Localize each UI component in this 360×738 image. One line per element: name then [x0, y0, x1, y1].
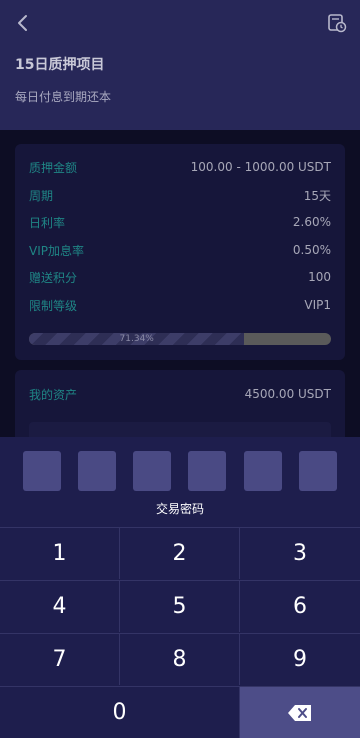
key-8[interactable]: 8 — [120, 633, 240, 685]
password-keypad-sheet: 交易密码 1 2 3 4 5 6 7 8 9 0 — [0, 437, 360, 738]
detail-label: 质押金额 — [29, 160, 78, 175]
detail-row-period: 周期 15天 — [29, 185, 331, 205]
detail-row-daily-rate: 日利率 2.60% — [29, 212, 331, 232]
detail-label: 周期 — [29, 188, 54, 203]
progress-text: 71.34% — [119, 334, 154, 344]
pin-box — [133, 451, 171, 491]
detail-value: 100.00 - 1000.00 USDT — [190, 160, 331, 174]
chevron-left-icon — [18, 15, 27, 31]
page-header: 15日质押项目 每日付息到期还本 — [0, 0, 360, 130]
detail-row-amount: 质押金额 100.00 - 1000.00 USDT — [29, 157, 331, 177]
pin-box — [23, 451, 61, 491]
detail-value: 100 — [308, 270, 331, 284]
detail-card: 质押金额 100.00 - 1000.00 USDT 周期 15天 日利率 2.… — [15, 144, 345, 360]
detail-label: 限制等级 — [29, 298, 78, 313]
detail-value: VIP1 — [304, 298, 331, 312]
backspace-icon — [288, 704, 311, 721]
key-6[interactable]: 6 — [240, 580, 360, 632]
detail-row-points: 赠送积分 100 — [29, 267, 331, 287]
detail-label: VIP加息率 — [29, 243, 84, 258]
detail-value: 0.50% — [292, 243, 331, 257]
key-1[interactable]: 1 — [0, 527, 120, 579]
key-0[interactable]: 0 — [0, 686, 240, 738]
assets-label: 我的资产 — [29, 387, 78, 402]
page-subtitle: 每日付息到期还本 — [15, 90, 112, 104]
key-2[interactable]: 2 — [120, 527, 240, 579]
page-title: 15日质押项目 — [15, 57, 105, 73]
detail-value: 2.60% — [292, 215, 331, 229]
key-9[interactable]: 9 — [240, 633, 360, 685]
pin-input[interactable] — [23, 451, 337, 491]
back-button[interactable] — [12, 12, 34, 34]
assets-value: 4500.00 USDT — [244, 387, 331, 401]
key-7[interactable]: 7 — [0, 633, 120, 685]
key-5[interactable]: 5 — [120, 580, 240, 632]
pin-box — [244, 451, 282, 491]
pin-box — [188, 451, 226, 491]
detail-row-vip-rate: VIP加息率 0.50% — [29, 240, 331, 260]
pin-label: 交易密码 — [155, 502, 204, 516]
history-icon — [328, 14, 347, 33]
pin-box — [299, 451, 337, 491]
key-4[interactable]: 4 — [0, 580, 120, 632]
progress-bar: 71.34% — [29, 333, 331, 345]
assets-row: 我的资产 4500.00 USDT — [29, 384, 331, 404]
detail-label: 赠送积分 — [29, 270, 78, 285]
detail-label: 日利率 — [29, 215, 66, 230]
detail-value: 15天 — [303, 188, 331, 203]
key-3[interactable]: 3 — [240, 527, 360, 579]
history-button[interactable] — [326, 12, 348, 34]
numeric-keypad: 1 2 3 4 5 6 7 8 9 0 — [0, 527, 360, 738]
delete-key[interactable] — [240, 686, 360, 738]
pin-box — [78, 451, 116, 491]
detail-row-level: 限制等级 VIP1 — [29, 295, 331, 315]
